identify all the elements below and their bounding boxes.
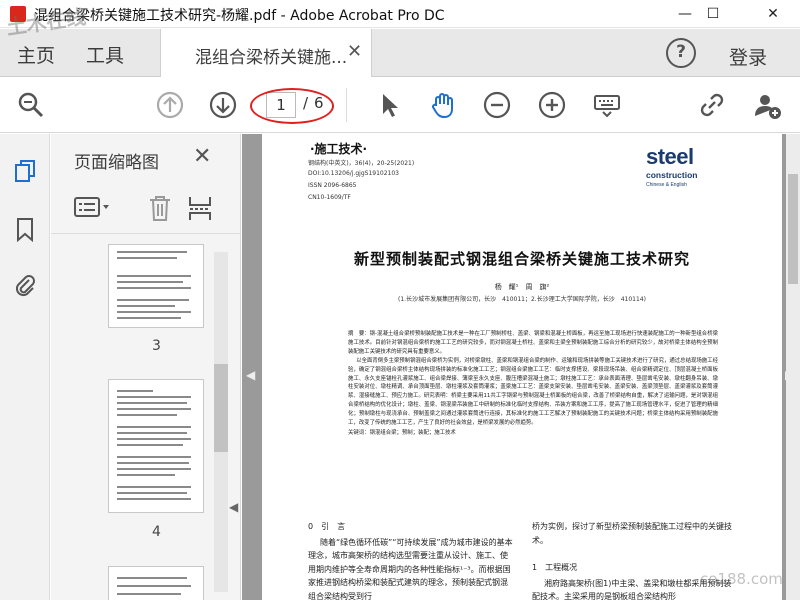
maximize-button[interactable]: ☐	[690, 0, 736, 28]
logo-subtitle: Chinese & English	[646, 182, 687, 188]
bookmark-icon[interactable]	[12, 216, 38, 243]
paper-title: 新型预制装配式钢混组合梁桥关键施工技术研究	[353, 250, 690, 268]
page-number-highlight-ellipse	[250, 88, 334, 124]
login-button[interactable]: 登录	[729, 43, 767, 70]
pane-toolbar	[51, 184, 240, 234]
tools-menu[interactable]: 工具	[86, 41, 124, 68]
toolbar-divider	[346, 88, 347, 122]
home-menu[interactable]: 主页	[17, 41, 55, 68]
menu-bar: 主页 工具 混组合梁桥关键施... ✕ ? 登录	[0, 29, 800, 77]
abstract-paragraph: 以全面背倒多主梁预制钢混组合梁桥为实例，对桥梁墩柱、盖梁和钢混组合梁的制作、运输…	[348, 357, 718, 427]
keyboard-icon[interactable]	[592, 90, 622, 120]
add-user-icon[interactable]	[752, 90, 782, 120]
journal-meta-line: CN10-1609/TF	[308, 194, 351, 201]
pane-title: 页面缩略图	[74, 153, 159, 173]
watermark-bottom-right: co188.com	[700, 570, 783, 588]
crop-pages-icon[interactable]	[187, 194, 213, 222]
page-thumbnails-icon[interactable]	[12, 158, 38, 184]
document-tab-close-icon[interactable]: ✕	[347, 41, 362, 62]
delete-page-icon[interactable]	[147, 194, 173, 222]
logo-word: construction	[646, 170, 698, 180]
select-cursor-icon[interactable]	[374, 90, 404, 120]
zoom-in-icon[interactable]	[537, 90, 567, 120]
document-tab-label: 混组合梁桥关键施...	[195, 48, 348, 68]
paper-keywords: 关键词：钢混组合梁；预制；装配；施工技术	[348, 429, 456, 436]
section-heading: 0 引 言	[308, 522, 346, 531]
thumbnail-pane: 页面缩略图 ✕ 3 4 ◀	[51, 134, 241, 600]
document-viewport[interactable]: ◀ ·施工技术· 钢结构(中英文)，36(4)，20-25(2021) DOI:…	[242, 134, 800, 600]
title-bar: 混组合梁桥关键施工技术研究-杨耀.pdf - Adobe Acrobat Pro…	[0, 0, 800, 28]
thumbnail-label: 3	[152, 338, 161, 354]
body-text: 随着“绿色循环低碳”“可持续发展”成为城市建设的基本理念，城市高架桥的结构选型需…	[308, 537, 513, 600]
window-title: 混组合梁桥关键施工技术研究-杨耀.pdf - Adobe Acrobat Pro…	[34, 8, 445, 24]
journal-section: ·施工技术·	[310, 142, 368, 156]
attachment-icon[interactable]	[12, 272, 38, 298]
options-menu-icon[interactable]	[73, 195, 111, 221]
right-column: 桥为实例，探讨了新型桥梁预制装配施工过程中的关键技术。 1 工程概况 湘府路高架…	[532, 520, 737, 600]
pdf-page: ·施工技术· 钢结构(中英文)，36(4)，20-25(2021) DOI:10…	[262, 134, 782, 600]
abstract-paragraph: 摘 要：钢-混凝土组合梁桥预制装配施工技术是一种在工厂预制桥柱、盖梁、钢梁和混凝…	[348, 331, 718, 355]
search-zoom-icon[interactable]	[16, 90, 46, 120]
paper-affiliation: (1.长沙城市发展集团有限公司，长沙 410011；2.长沙理工大学国际学院，长…	[398, 296, 646, 303]
left-icon-rail	[0, 134, 50, 600]
page-thumbnail-3[interactable]	[108, 244, 204, 328]
thumbnail-scrollbar-thumb[interactable]	[214, 364, 228, 452]
page-thumbnail-5[interactable]	[108, 566, 204, 600]
zoom-out-icon[interactable]	[482, 90, 512, 120]
journal-meta-line: 钢结构(中英文)，36(4)，20-25(2021)	[308, 160, 415, 167]
expand-left-arrow-icon[interactable]: ◀	[246, 368, 255, 382]
main-toolbar: 1 / 6	[0, 78, 800, 133]
help-icon[interactable]: ?	[666, 38, 696, 68]
close-window-button[interactable]: ✕	[750, 0, 796, 28]
logo-word: steel	[646, 144, 694, 169]
journal-meta-line: DOI:10.13206/j.gjgS19102103	[308, 170, 399, 177]
page-thumbnail-4[interactable]	[108, 379, 204, 513]
journal-meta-line: ISSN 2096-6865	[308, 182, 357, 189]
previous-page-icon[interactable]	[155, 90, 185, 120]
document-scrollbar-thumb[interactable]	[788, 174, 798, 284]
body-text: 桥为实例，探讨了新型桥梁预制装配施工过程中的关键技术。	[532, 522, 732, 545]
next-page-icon[interactable]	[208, 90, 238, 120]
document-tab[interactable]: 混组合梁桥关键施... ✕	[160, 29, 372, 77]
paper-authors: 杨 耀¹ 周 旗²	[494, 283, 550, 291]
hand-tool-icon[interactable]	[428, 90, 458, 120]
collapse-pane-arrow-icon[interactable]: ◀	[229, 500, 238, 514]
pane-close-icon[interactable]: ✕	[193, 144, 211, 169]
thumbnail-label: 4	[152, 524, 161, 540]
paper-abstract: 摘 要：钢-混凝土组合梁桥预制装配施工技术是一种在工厂预制桥柱、盖梁、钢梁和混凝…	[348, 330, 718, 438]
steel-construction-logo: steel construction Chinese & English	[646, 144, 702, 198]
left-column: 0 引 言 随着“绿色循环低碳”“可持续发展”成为城市建设的基本理念，城市高架桥…	[308, 520, 513, 600]
share-link-icon[interactable]	[697, 90, 727, 120]
